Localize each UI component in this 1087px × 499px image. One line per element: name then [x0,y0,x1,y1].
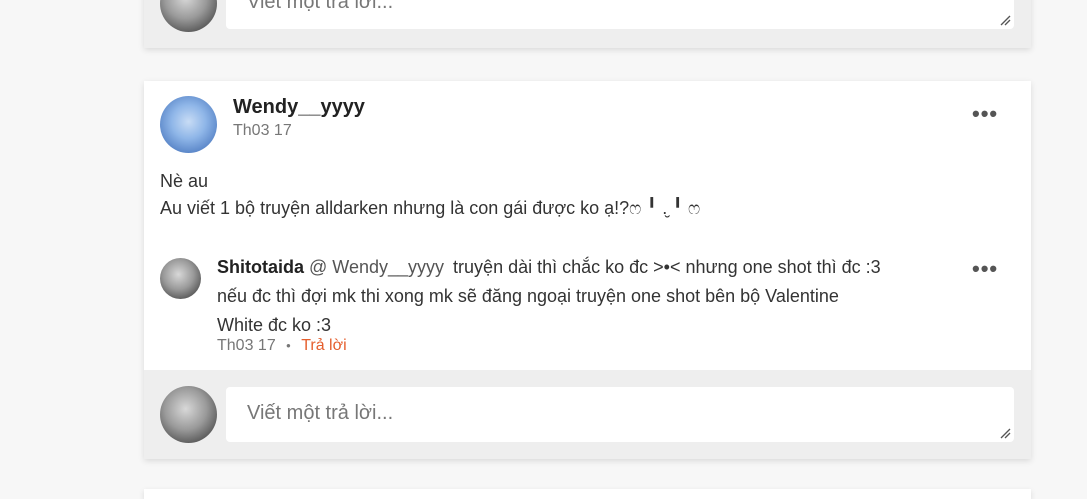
reply-placeholder: Viết một trả lời... [247,402,394,424]
reply-mention[interactable]: @ Wendy__yyyy [309,257,444,277]
meta-separator: • [286,338,291,353]
avatar [160,386,217,443]
reply-placeholder: Viết một trả lời... [247,0,394,13]
comment-line: Nè au [160,171,209,191]
comment-time: Th03 17 [233,122,292,139]
reply-bar: Viết một trả lời... [144,370,1031,459]
comment-username[interactable]: Wendy__yyyy [233,96,365,119]
reply-line: truyện dài thì chắc ko đc >•< nhưng one … [453,257,881,277]
comment-body: Nè au Au viết 1 bộ truyện alldarken nhưn… [160,168,700,222]
comment-card: Wendy__yyyy Th03 17 ••• Nè au Au viết 1 … [144,81,1031,459]
reply-bar: Viết một trả lời... [144,0,1031,48]
comment-card-previous: Viết một trả lời... [144,0,1031,48]
avatar[interactable] [160,258,201,299]
more-options-icon[interactable]: ••• [972,258,998,280]
more-options-icon[interactable]: ••• [972,103,998,125]
reply-input[interactable]: Viết một trả lời... [226,0,1014,29]
reply-time: Th03 17 [217,337,276,354]
reply-username[interactable]: Shitotaida [217,257,304,277]
resize-handle-icon[interactable] [999,14,1011,26]
reply-item: Shitotaida @ Wendy__yyyy truyện dài thì … [160,253,1015,363]
reply-link[interactable]: Trả lời [301,337,346,354]
comment-line: Au viết 1 bộ truyện alldarken nhưng là c… [160,198,701,218]
reply-meta: Th03 17 • Trả lời [217,337,347,355]
reply-input[interactable]: Viết một trả lời... [226,387,1014,442]
reply-text: Shitotaida @ Wendy__yyyy truyện dài thì … [217,253,957,340]
comment-card-next [144,489,1031,499]
resize-handle-icon[interactable] [999,427,1011,439]
reply-line: nếu đc thì đợi mk thi xong mk sẽ đăng ng… [217,286,839,306]
avatar[interactable] [160,96,217,153]
reply-line: White đc ko :3 [217,315,332,335]
avatar [160,0,217,32]
